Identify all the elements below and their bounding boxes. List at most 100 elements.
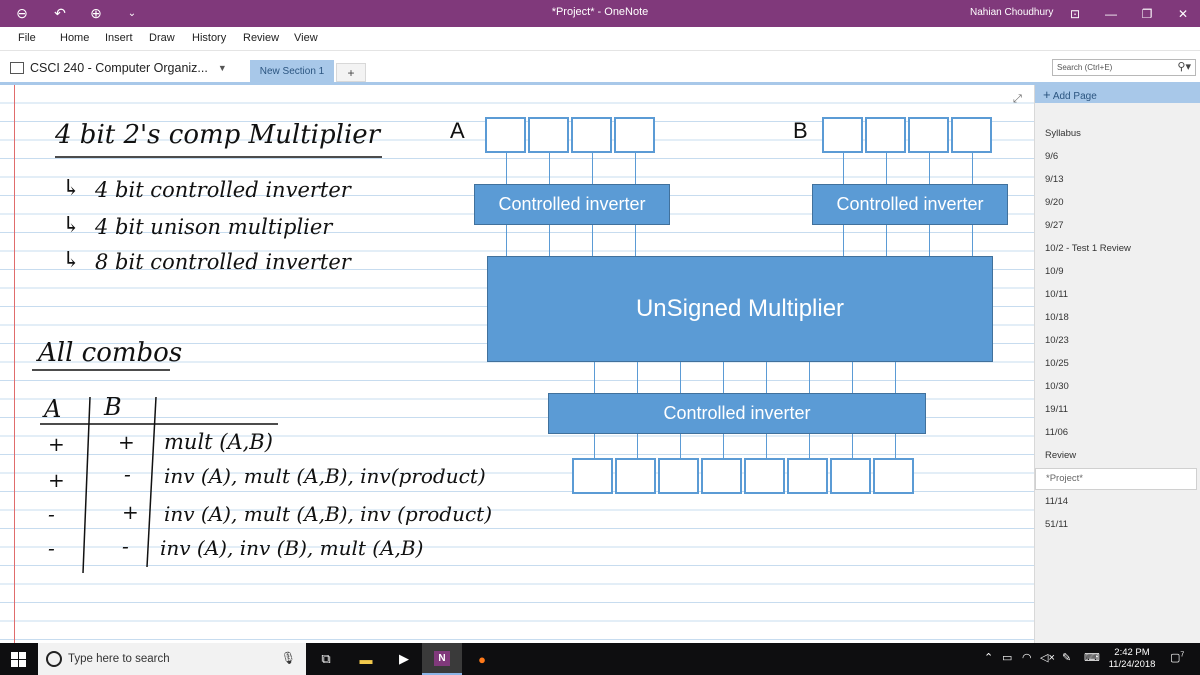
wire [723, 434, 724, 458]
output-bit[interactable] [658, 458, 699, 494]
windows-icon [10, 651, 26, 667]
wire [886, 225, 887, 256]
onenote-logo: N [434, 650, 450, 666]
ribbon-display-icon[interactable]: ⊡ [1058, 0, 1092, 27]
add-page-button[interactable]: + Add Page [1035, 85, 1200, 103]
page-item[interactable]: 10/30 [1045, 381, 1069, 392]
row-4-a: - [48, 536, 55, 560]
task-view-icon[interactable]: ⧉ [306, 643, 346, 675]
file-explorer-icon[interactable]: ▬ [346, 643, 386, 675]
notebook-icon [10, 62, 24, 74]
page-item[interactable]: 11/14 [1045, 496, 1068, 507]
start-button[interactable] [0, 643, 36, 675]
page-item[interactable]: 10/11 [1045, 289, 1068, 300]
bullet-arrow: ↳ [62, 213, 80, 238]
controlled-inverter-a[interactable]: Controlled inverter [474, 184, 670, 225]
maximize-icon[interactable]: ❐ [1130, 0, 1164, 27]
page-item[interactable]: Syllabus [1045, 128, 1081, 139]
row-1-op: mult (A,B) [164, 430, 273, 454]
tab-review[interactable]: Review [243, 32, 279, 44]
wifi-icon[interactable]: ◠ [1022, 651, 1032, 664]
input-a-bit[interactable] [485, 117, 526, 153]
wire [680, 362, 681, 393]
page-item[interactable]: 19/11 [1045, 404, 1068, 415]
page-item-active[interactable]: *Project* [1035, 468, 1197, 490]
page-item[interactable]: 10/18 [1045, 312, 1069, 323]
wire [592, 225, 593, 256]
wire [766, 434, 767, 458]
page-item[interactable]: 51/11 [1045, 519, 1068, 530]
microphone-icon[interactable]: 🎙 [281, 651, 296, 665]
wire [929, 153, 930, 184]
page-item[interactable]: 9/13 [1045, 174, 1064, 185]
pages-panel: + Add Page Syllabus 9/6 9/13 9/20 9/27 1… [1034, 85, 1200, 643]
volume-icon[interactable]: ◁× [1040, 651, 1055, 664]
output-bit[interactable] [615, 458, 656, 494]
pen-icon[interactable]: ✎ [1062, 651, 1071, 664]
tab-draw[interactable]: Draw [149, 32, 175, 44]
battery-icon[interactable]: ▭ [1002, 651, 1012, 664]
input-b-bit[interactable] [865, 117, 906, 153]
clock-time: 2:42 PM [1114, 647, 1150, 658]
controlled-inverter-b[interactable]: Controlled inverter [812, 184, 1008, 225]
onenote-icon[interactable]: N [422, 643, 462, 675]
output-bit[interactable] [873, 458, 914, 494]
input-b-bit[interactable] [908, 117, 949, 153]
input-a-bit[interactable] [528, 117, 569, 153]
notebook-selector[interactable]: CSCI 240 - Computer Organiz... ▼ [10, 61, 227, 75]
notification-count: 7 [1180, 651, 1185, 659]
user-name[interactable]: Nahian Choudhury [970, 7, 1053, 18]
page-item[interactable]: 10/9 [1045, 266, 1064, 277]
wire [766, 362, 767, 393]
wire [594, 362, 595, 393]
input-b-bit[interactable] [822, 117, 863, 153]
bullet-arrow: ↳ [62, 248, 80, 273]
wire [895, 362, 896, 393]
input-a-bit[interactable] [571, 117, 612, 153]
output-bit[interactable] [787, 458, 828, 494]
row-3-b: + [122, 500, 139, 524]
page-item[interactable]: 9/20 [1045, 197, 1064, 208]
output-bit[interactable] [830, 458, 871, 494]
tab-history[interactable]: History [192, 32, 226, 44]
tab-file[interactable]: File [18, 32, 36, 44]
tray-chevron-icon[interactable]: ⌃ [984, 651, 993, 664]
clock[interactable]: 2:42 PM 11/24/2018 [1102, 647, 1162, 671]
table-header-b: B [103, 393, 122, 421]
tab-home[interactable]: Home [60, 32, 89, 44]
tab-insert[interactable]: Insert [105, 32, 133, 44]
page-item[interactable]: 10/2 - Test 1 Review [1045, 243, 1131, 254]
wire [929, 225, 930, 256]
media-player-icon[interactable]: ▶ [384, 643, 424, 675]
tab-view[interactable]: View [294, 32, 318, 44]
page-item[interactable]: 9/27 [1045, 220, 1064, 231]
minimize-icon[interactable]: — [1094, 0, 1128, 27]
controlled-inverter-output[interactable]: Controlled inverter [548, 393, 926, 434]
page-canvas[interactable]: ⤢ 4 bit 2's comp Multiplier ↳ 4 bit cont… [0, 85, 1034, 643]
close-icon[interactable]: ✕ [1166, 0, 1200, 27]
add-section-button[interactable]: + [336, 63, 366, 82]
wire [549, 225, 550, 256]
unsigned-multiplier[interactable]: UnSigned Multiplier [487, 256, 993, 362]
firefox-icon[interactable]: ● [462, 643, 502, 675]
wire [637, 362, 638, 393]
page-item[interactable]: Review [1045, 450, 1076, 461]
input-a-bit[interactable] [614, 117, 655, 153]
page-item[interactable]: 9/6 [1045, 151, 1058, 162]
output-bit[interactable] [744, 458, 785, 494]
wire [972, 225, 973, 256]
search-icon[interactable]: ⚲▾ [1177, 60, 1191, 73]
search-input[interactable]: Search (Ctrl+E) ⚲▾ [1052, 59, 1196, 76]
taskbar-search[interactable]: Type here to search 🎙 [38, 643, 306, 675]
page-item[interactable]: 11/06 [1045, 427, 1068, 438]
combos-title: All combos [36, 338, 182, 368]
notification-icon[interactable]: ▢7 [1170, 651, 1184, 664]
output-bit[interactable] [701, 458, 742, 494]
keyboard-icon[interactable]: ⌨ [1084, 651, 1100, 664]
page-item[interactable]: 10/23 [1045, 335, 1069, 346]
page-item[interactable]: 10/25 [1045, 358, 1069, 369]
input-b-bit[interactable] [951, 117, 992, 153]
output-bit[interactable] [572, 458, 613, 494]
chevron-down-icon: ▼ [217, 63, 227, 73]
section-tab[interactable]: New Section 1 [250, 60, 334, 82]
